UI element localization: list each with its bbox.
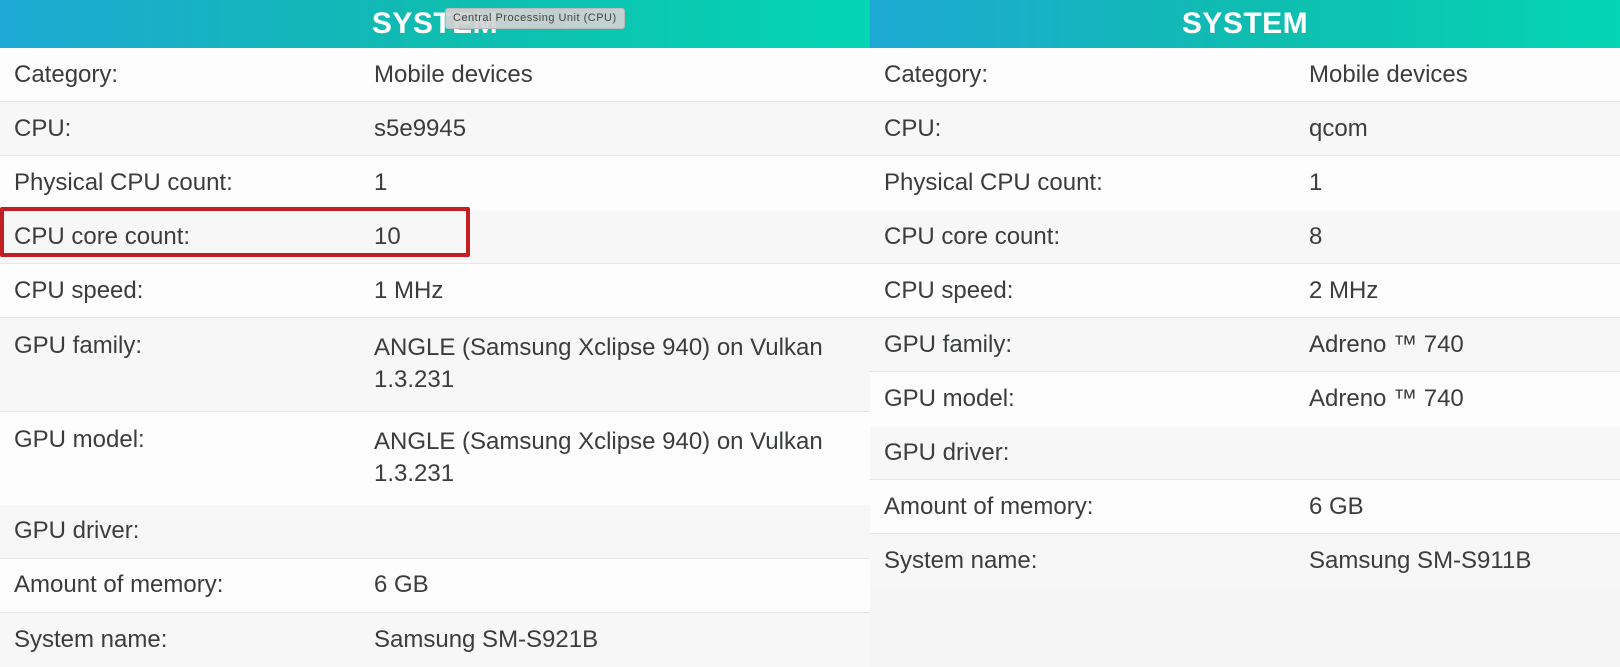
label-memory: Amount of memory:	[14, 571, 374, 599]
value-memory: 6 GB	[374, 571, 856, 599]
value-cpu-speed: 1 MHz	[374, 277, 856, 305]
label-gpu-driver: GPU driver:	[884, 439, 1309, 467]
label-category: Category:	[884, 61, 1309, 89]
row-cpu-core-count: CPU core count: 8	[870, 210, 1620, 264]
label-gpu-model: GPU model:	[14, 426, 374, 454]
label-system-name: System name:	[884, 547, 1309, 575]
row-gpu-driver: GPU driver:	[0, 505, 870, 559]
value-system-name: Samsung SM-S911B	[1309, 547, 1606, 575]
label-cpu: CPU:	[884, 115, 1309, 143]
row-system-name: System name: Samsung SM-S921B	[0, 613, 870, 667]
label-gpu-family: GPU family:	[14, 332, 374, 360]
value-cpu-core-count: 8	[1309, 223, 1606, 251]
label-system-name: System name:	[14, 626, 374, 654]
value-cpu-speed: 2 MHz	[1309, 277, 1606, 305]
label-cpu-speed: CPU speed:	[884, 277, 1309, 305]
system-info-panel-right: SYSTEM Category: Mobile devices CPU: qco…	[870, 0, 1620, 587]
panel-header-title: SYSTEM	[1182, 7, 1308, 40]
system-rows: Category: Mobile devices CPU: s5e9945 Ph…	[0, 48, 870, 667]
label-category: Category:	[14, 61, 374, 89]
label-cpu-core-count: CPU core count:	[14, 223, 374, 251]
row-physical-cpu-count: Physical CPU count: 1	[0, 156, 870, 210]
row-system-name: System name: Samsung SM-S911B	[870, 534, 1620, 588]
value-physical-cpu-count: 1	[374, 169, 856, 197]
label-memory: Amount of memory:	[884, 493, 1309, 521]
value-system-name: Samsung SM-S921B	[374, 626, 856, 654]
row-gpu-family: GPU family: ANGLE (Samsung Xclipse 940) …	[0, 318, 870, 412]
row-cpu-core-count: CPU core count: 10	[0, 210, 870, 264]
value-memory: 6 GB	[1309, 493, 1606, 521]
row-gpu-model: GPU model: ANGLE (Samsung Xclipse 940) o…	[0, 412, 870, 505]
value-category: Mobile devices	[1309, 61, 1606, 89]
value-category: Mobile devices	[374, 61, 856, 89]
label-cpu-core-count: CPU core count:	[884, 223, 1309, 251]
value-cpu: s5e9945	[374, 115, 856, 143]
value-gpu-model: Adreno ™ 740	[1309, 385, 1606, 413]
row-cpu: CPU: s5e9945	[0, 102, 870, 156]
cpu-tooltip: Central Processing Unit (CPU)	[445, 8, 625, 29]
row-gpu-driver: GPU driver:	[870, 426, 1620, 480]
label-cpu: CPU:	[14, 115, 374, 143]
row-category: Category: Mobile devices	[0, 48, 870, 102]
label-physical-cpu-count: Physical CPU count:	[884, 169, 1309, 197]
panel-header: SYSTEM Central Processing Unit (CPU)	[0, 0, 870, 48]
label-cpu-speed: CPU speed:	[14, 277, 374, 305]
row-gpu-family: GPU family: Adreno ™ 740	[870, 318, 1620, 372]
label-physical-cpu-count: Physical CPU count:	[14, 169, 374, 197]
system-rows: Category: Mobile devices CPU: qcom Physi…	[870, 48, 1620, 588]
value-gpu-family: Adreno ™ 740	[1309, 331, 1606, 359]
row-cpu: CPU: qcom	[870, 102, 1620, 156]
row-cpu-speed: CPU speed: 1 MHz	[0, 264, 870, 318]
row-memory: Amount of memory: 6 GB	[0, 559, 870, 613]
row-physical-cpu-count: Physical CPU count: 1	[870, 156, 1620, 210]
row-gpu-model: GPU model: Adreno ™ 740	[870, 372, 1620, 426]
system-info-panel-left: SYSTEM Central Processing Unit (CPU) Cat…	[0, 0, 870, 587]
label-gpu-family: GPU family:	[884, 331, 1309, 359]
value-physical-cpu-count: 1	[1309, 169, 1606, 197]
row-memory: Amount of memory: 6 GB	[870, 480, 1620, 534]
row-cpu-speed: CPU speed: 2 MHz	[870, 264, 1620, 318]
label-gpu-driver: GPU driver:	[14, 517, 374, 545]
value-cpu-core-count: 10	[374, 223, 856, 251]
row-category: Category: Mobile devices	[870, 48, 1620, 102]
value-gpu-model: ANGLE (Samsung Xclipse 940) on Vulkan 1.…	[374, 426, 856, 491]
label-gpu-model: GPU model:	[884, 385, 1309, 413]
panel-header: SYSTEM	[870, 0, 1620, 48]
value-gpu-family: ANGLE (Samsung Xclipse 940) on Vulkan 1.…	[374, 332, 856, 397]
value-cpu: qcom	[1309, 115, 1606, 143]
